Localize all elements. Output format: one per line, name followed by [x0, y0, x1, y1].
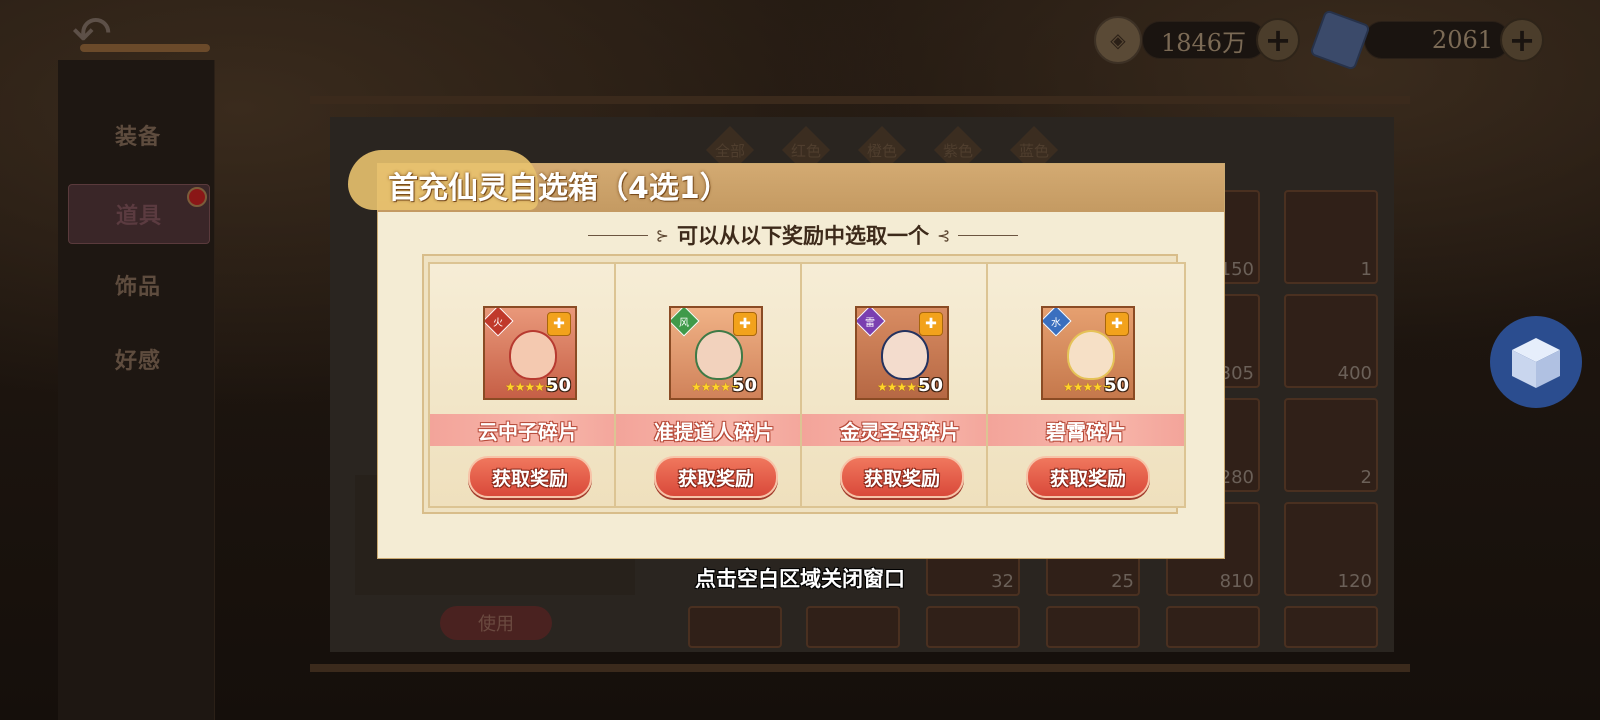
- cube-icon: [1512, 338, 1560, 388]
- divider: [587, 234, 648, 236]
- divider: [958, 234, 1019, 236]
- notification-dot: [187, 187, 207, 207]
- character-face: [695, 330, 743, 380]
- puzzle-icon: ✚: [547, 312, 571, 336]
- gem-amount: 2061: [1364, 21, 1510, 59]
- inventory-slot[interactable]: [1166, 606, 1260, 648]
- fragment-name: 金灵圣母碎片: [802, 414, 998, 446]
- gem-currency: 2061 +: [1309, 9, 1544, 71]
- inventory-slot[interactable]: [806, 606, 900, 648]
- tab-affection[interactable]: 好感: [68, 330, 208, 388]
- fragment-portrait[interactable]: 风 ✚ ★★★★★ 50: [669, 306, 763, 400]
- reward-card-list: 火 ✚ ★★★★★ 50 云中子碎片 获取奖励 风 ✚ ★★★★★ 50 准提道…: [422, 254, 1186, 514]
- claim-reward-button[interactable]: 获取奖励: [468, 456, 592, 498]
- left-tab-panel: 装备 道具 饰品 好感: [58, 60, 215, 720]
- fragment-name: 准提道人碎片: [616, 414, 812, 446]
- fragment-count: 50: [1103, 375, 1129, 396]
- claim-reward-button[interactable]: 获取奖励: [840, 456, 964, 498]
- character-face: [1067, 330, 1115, 380]
- copper-amount: 1846万: [1142, 21, 1266, 59]
- ornament-icon: ⊰: [937, 225, 951, 245]
- close-hint: 点击空白区域关闭窗口: [695, 566, 905, 591]
- modal-subtitle-row: ⊱ 可以从以下奖励中选取一个 ⊰: [578, 220, 1028, 250]
- inventory-slot[interactable]: 120: [1284, 502, 1378, 596]
- gem-icon: [1309, 9, 1371, 71]
- inventory-slot[interactable]: 1: [1284, 190, 1378, 284]
- character-face: [881, 330, 929, 380]
- add-gem-button[interactable]: +: [1500, 18, 1544, 62]
- puzzle-icon: ✚: [733, 312, 757, 336]
- modal-title: 首充仙灵自选箱（4选1）: [388, 171, 730, 206]
- modal-header: 首充仙灵自选箱（4选1）: [348, 150, 1224, 212]
- reward-card: 水 ✚ ★★★★★ 50 碧霄碎片 获取奖励: [986, 262, 1186, 508]
- inventory-slot[interactable]: [1284, 606, 1378, 648]
- fragment-portrait[interactable]: 火 ✚ ★★★★★ 50: [483, 306, 577, 400]
- fragment-count: 50: [731, 375, 757, 396]
- character-face: [509, 330, 557, 380]
- inventory-slot[interactable]: 2: [1284, 398, 1378, 492]
- reward-card: 火 ✚ ★★★★★ 50 云中子碎片 获取奖励: [428, 262, 628, 508]
- reward-card: 雷 ✚ ★★★★★ 50 金灵圣母碎片 获取奖励: [800, 262, 1000, 508]
- fragment-name: 碧霄碎片: [988, 414, 1184, 446]
- fragment-name: 云中子碎片: [430, 414, 626, 446]
- fragment-count: 50: [545, 375, 571, 396]
- fragment-count: 50: [917, 375, 943, 396]
- ornament-icon: ⊱: [655, 225, 669, 245]
- add-copper-button[interactable]: +: [1256, 18, 1300, 62]
- puzzle-icon: ✚: [919, 312, 943, 336]
- inventory-slot[interactable]: [688, 606, 782, 648]
- inventory-slot[interactable]: [1046, 606, 1140, 648]
- fragment-portrait[interactable]: 水 ✚ ★★★★★ 50: [1041, 306, 1135, 400]
- claim-reward-button[interactable]: 获取奖励: [654, 456, 778, 498]
- tab-equipment[interactable]: 装备: [68, 106, 208, 164]
- fragment-portrait[interactable]: 雷 ✚ ★★★★★ 50: [855, 306, 949, 400]
- claim-reward-button[interactable]: 获取奖励: [1026, 456, 1150, 498]
- inventory-slot[interactable]: [926, 606, 1020, 648]
- select-box-modal: 首充仙灵自选箱（4选1） ⊱ 可以从以下奖励中选取一个 ⊰ 火 ✚ ★★★★★ …: [348, 150, 1225, 559]
- cube-float-button[interactable]: [1490, 316, 1582, 408]
- tab-accessories[interactable]: 饰品: [68, 256, 208, 314]
- reward-card: 风 ✚ ★★★★★ 50 准提道人碎片 获取奖励: [614, 262, 814, 508]
- use-button[interactable]: 使用: [440, 606, 552, 640]
- tab-items[interactable]: 道具: [68, 184, 210, 244]
- back-bar: [80, 44, 210, 52]
- puzzle-icon: ✚: [1105, 312, 1129, 336]
- coin-icon: ◈: [1094, 16, 1142, 64]
- inventory-slot[interactable]: 400: [1284, 294, 1378, 388]
- modal-subtitle: 可以从以下奖励中选取一个: [677, 223, 929, 248]
- copper-currency: ◈ 1846万 +: [1094, 16, 1300, 64]
